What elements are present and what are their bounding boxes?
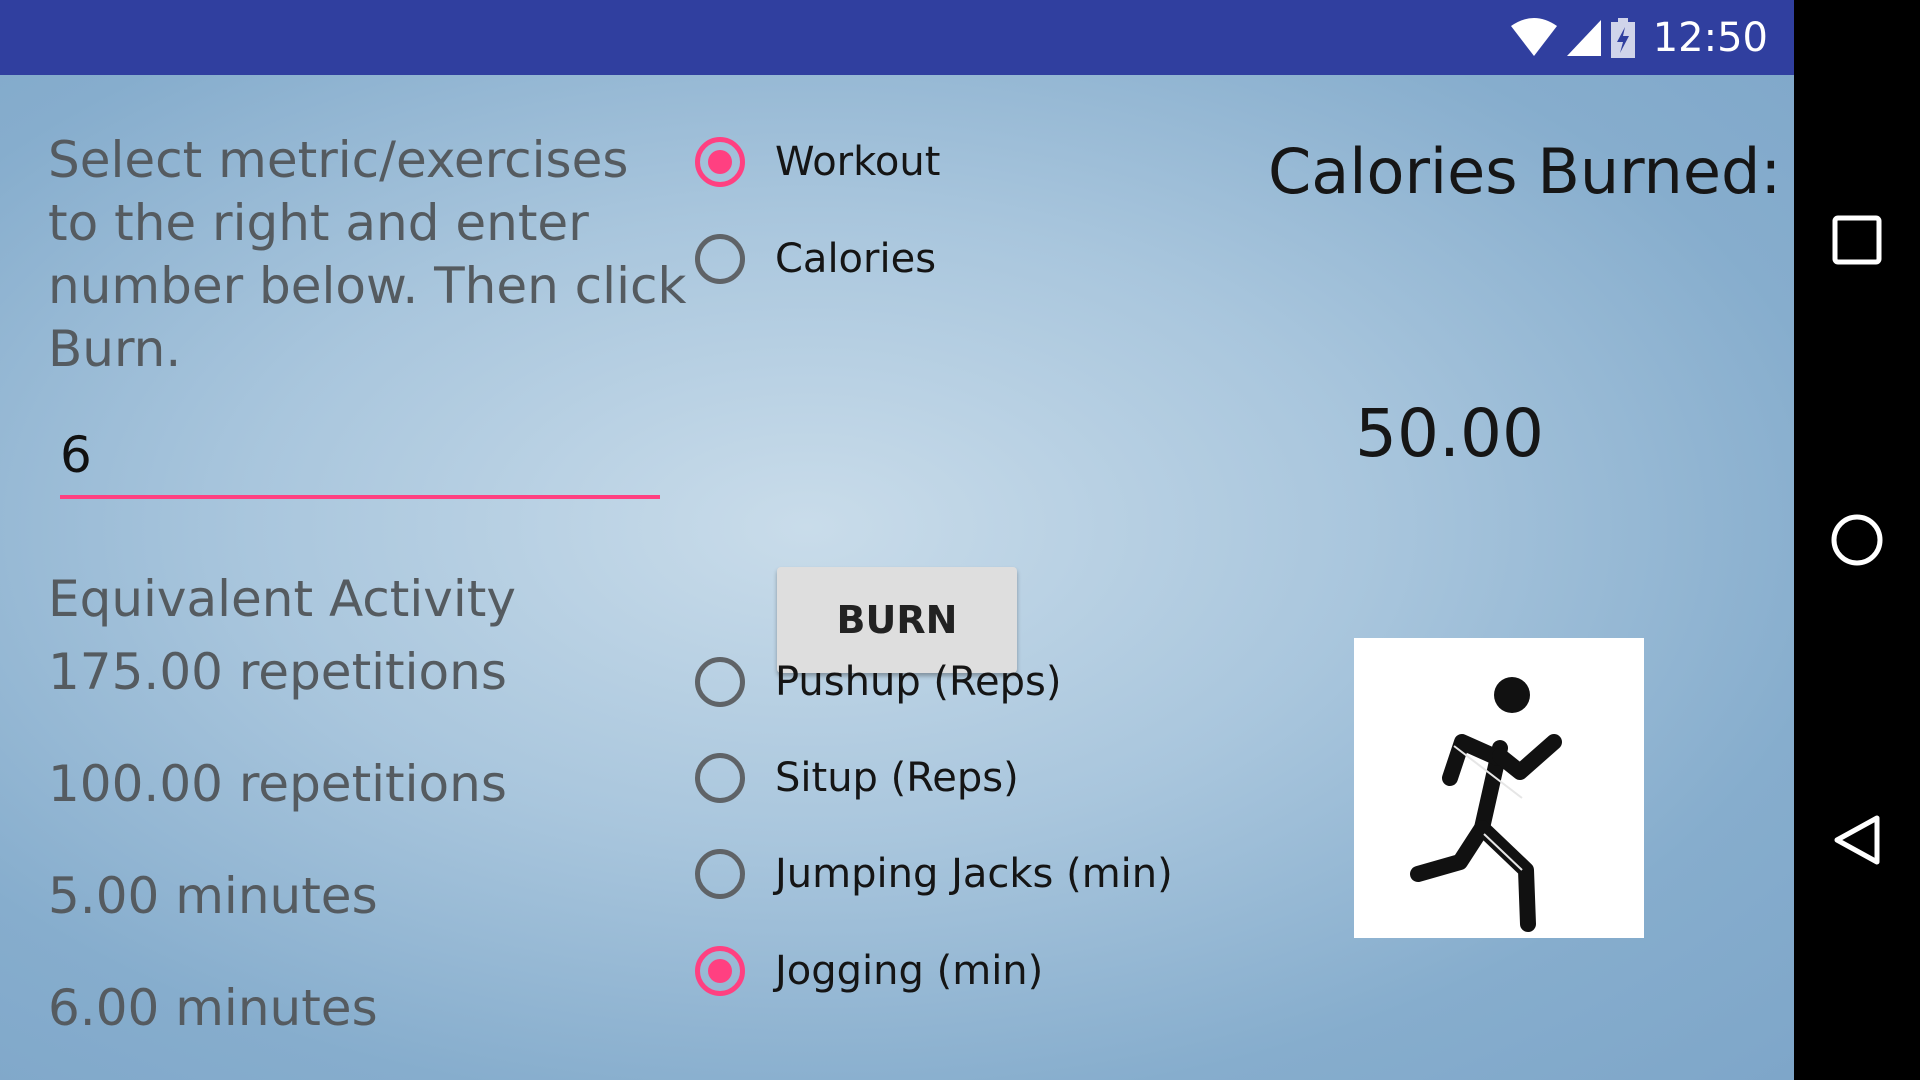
- status-icons: 12:50: [1501, 0, 1768, 75]
- radio-workout[interactable]: Workout: [695, 137, 940, 187]
- equivalent-activity-title: Equivalent Activity: [48, 570, 516, 628]
- navigation-bar: [1794, 0, 1920, 1080]
- equivalent-jogging-value: 6.00 minutes: [48, 979, 378, 1037]
- back-icon[interactable]: [1829, 812, 1885, 868]
- equivalent-jumping-jacks-value: 5.00 minutes: [48, 867, 378, 925]
- equivalent-pushup-value: 175.00 repetitions: [48, 643, 507, 701]
- recent-apps-icon[interactable]: [1829, 212, 1885, 268]
- radio-pushup[interactable]: Pushup (Reps): [695, 657, 1061, 707]
- radio-situp-circle[interactable]: [695, 753, 745, 803]
- radio-pushup-circle[interactable]: [695, 657, 745, 707]
- signal-icon: [1566, 19, 1601, 56]
- home-icon[interactable]: [1829, 512, 1885, 568]
- status-time: 12:50: [1652, 14, 1768, 61]
- running-person-icon: [1410, 677, 1562, 932]
- radio-calories-label: Calories: [775, 236, 937, 282]
- radio-situp-label: Situp (Reps): [775, 755, 1019, 801]
- equivalent-situp-value: 100.00 repetitions: [48, 755, 507, 813]
- instructions-text: Select metric/exercises to the right and…: [48, 131, 687, 378]
- main-content: Select metric/exercises to the right and…: [0, 75, 1794, 1080]
- number-input[interactable]: [60, 415, 660, 499]
- radio-jumping-jacks[interactable]: Jumping Jacks (min): [695, 849, 1173, 899]
- radio-jogging[interactable]: Jogging (min): [695, 946, 1043, 996]
- status-bar: 12:50: [0, 0, 1794, 75]
- radio-jogging-label: Jogging (min): [775, 948, 1044, 994]
- wifi-icon: [1510, 17, 1557, 56]
- radio-calories-circle[interactable]: [695, 234, 745, 284]
- radio-jogging-circle[interactable]: [695, 946, 745, 996]
- radio-jumping-jacks-label: Jumping Jacks (min): [775, 851, 1173, 897]
- radio-pushup-label: Pushup (Reps): [775, 659, 1062, 705]
- radio-calories[interactable]: Calories: [695, 234, 936, 284]
- calories-burned-title: Calories Burned:: [1268, 135, 1782, 208]
- activity-image: [1354, 638, 1644, 938]
- radio-workout-label: Workout: [775, 139, 941, 185]
- battery-charging-icon: [1610, 17, 1635, 58]
- radio-jumping-jacks-circle[interactable]: [695, 849, 745, 899]
- radio-situp[interactable]: Situp (Reps): [695, 753, 1019, 803]
- calories-burned-value: 50.00: [1355, 395, 1544, 472]
- radio-workout-circle[interactable]: [695, 137, 745, 187]
